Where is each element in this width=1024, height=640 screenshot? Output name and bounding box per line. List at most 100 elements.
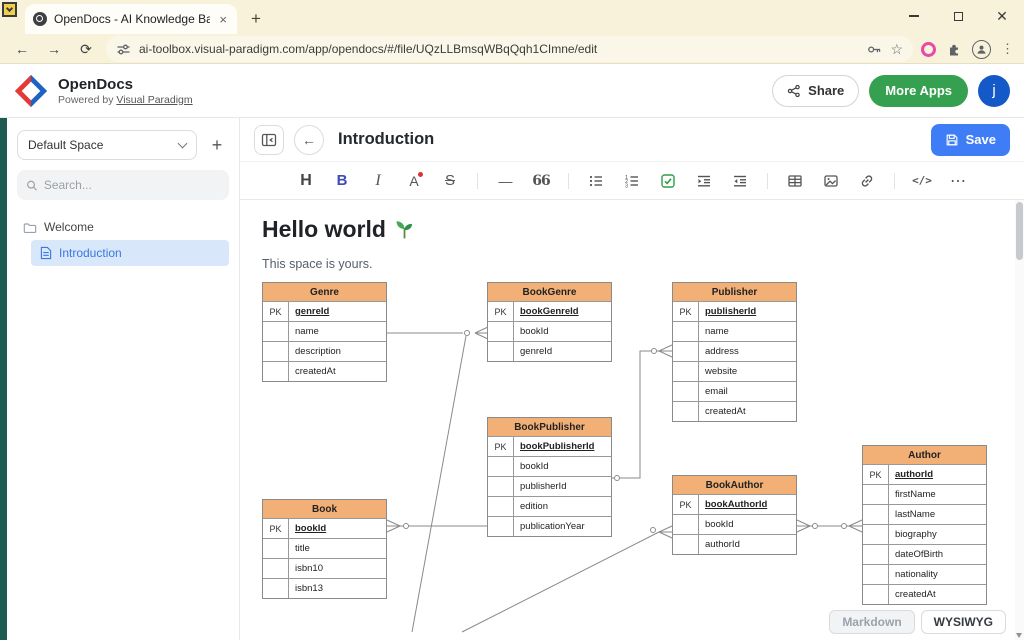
search-input[interactable] xyxy=(44,178,220,192)
save-button[interactable]: Save xyxy=(931,124,1010,156)
erd-field-name: dateOfBirth xyxy=(889,545,986,564)
erd-table-title: Genre xyxy=(263,283,386,301)
forward-button[interactable]: → xyxy=(42,37,66,61)
erd-field-row: biography xyxy=(863,524,986,544)
page-heading: Hello world xyxy=(262,216,1024,243)
erd-pk-cell xyxy=(863,485,889,504)
new-tab-button[interactable]: + xyxy=(243,6,269,32)
erd-field-name: bookAuthorId xyxy=(699,495,796,514)
italic-button[interactable]: I xyxy=(364,167,392,195)
wysiwyg-mode-button[interactable]: WYSIWYG xyxy=(921,610,1006,634)
erd-field-name: address xyxy=(699,342,796,361)
tab-close-icon[interactable]: × xyxy=(217,12,229,27)
search-icon xyxy=(26,179,38,192)
erd-field-row: bookId xyxy=(673,514,796,534)
key-icon[interactable] xyxy=(867,42,882,57)
erd-pk-cell: PK xyxy=(863,465,889,484)
erd-field-name: nationality xyxy=(889,565,986,584)
add-space-button[interactable]: + xyxy=(205,133,229,157)
link-button[interactable] xyxy=(853,167,881,195)
body-paragraph: This space is yours. xyxy=(262,257,1024,271)
heading-button[interactable]: H xyxy=(292,167,320,195)
erd-pk-cell: PK xyxy=(263,302,289,321)
image-button[interactable] xyxy=(817,167,845,195)
tab-title: OpenDocs - AI Knowledge Base xyxy=(54,12,210,26)
url-text: ai-toolbox.visual-paradigm.com/app/opend… xyxy=(139,42,859,56)
profile-icon[interactable] xyxy=(972,40,991,59)
document-canvas[interactable]: Hello world This space is yours. GenrePK… xyxy=(240,200,1024,640)
indent-decrease-button[interactable] xyxy=(726,167,754,195)
erd-field-name: createdAt xyxy=(699,402,796,421)
erd-field-name: name xyxy=(289,322,386,341)
erd-table-book: BookPKbookIdtitleisbn10isbn13 xyxy=(262,499,387,599)
brand-text: OpenDocs Powered by Visual Paradigm xyxy=(58,76,193,106)
collapse-sidebar-button[interactable] xyxy=(254,125,284,155)
minimize-button[interactable] xyxy=(892,0,936,32)
maximize-button[interactable] xyxy=(936,0,980,32)
erd-pk-cell xyxy=(673,342,699,361)
markdown-mode-button[interactable]: Markdown xyxy=(829,610,914,634)
font-color-button[interactable]: A xyxy=(400,167,428,195)
tree-item-introduction[interactable]: Introduction xyxy=(31,240,229,266)
horizontal-rule-button[interactable]: — xyxy=(491,167,519,195)
erd-field-row: nationality xyxy=(863,564,986,584)
erd-field-row: bookId xyxy=(488,456,611,476)
user-avatar[interactable]: j xyxy=(978,75,1010,107)
browser-tab[interactable]: OpenDocs - AI Knowledge Base × xyxy=(25,4,237,34)
vertical-scrollbar[interactable] xyxy=(1015,200,1024,640)
chevron-down-icon xyxy=(6,5,13,12)
erd-field-row: genreId xyxy=(488,341,611,361)
sidebar-search[interactable] xyxy=(17,170,229,200)
erd-pk-cell xyxy=(263,559,289,578)
share-label: Share xyxy=(808,83,844,98)
heading-text: Hello world xyxy=(262,216,386,243)
extensions-puzzle-icon[interactable] xyxy=(946,41,962,57)
erd-pk-cell xyxy=(863,545,889,564)
browser-menu-icon[interactable]: ⋮ xyxy=(1001,41,1014,57)
space-selector[interactable]: Default Space xyxy=(17,130,197,160)
chevron-down-icon xyxy=(178,139,188,149)
erd-field-row: name xyxy=(673,321,796,341)
erd-field-row: email xyxy=(673,381,796,401)
scrollbar-thumb[interactable] xyxy=(1016,202,1023,260)
scroll-down-icon[interactable] xyxy=(1016,633,1022,638)
erd-field-name: authorId xyxy=(699,535,796,554)
pink-extension-icon[interactable] xyxy=(921,42,936,57)
visual-paradigm-link[interactable]: Visual Paradigm xyxy=(116,94,192,106)
table-button[interactable] xyxy=(781,167,809,195)
erd-field-row: address xyxy=(673,341,796,361)
address-bar[interactable]: ai-toolbox.visual-paradigm.com/app/opend… xyxy=(106,36,913,62)
more-apps-button[interactable]: More Apps xyxy=(869,75,968,107)
erd-field-row: description xyxy=(263,341,386,361)
tune-icon xyxy=(116,42,131,57)
tree-item-welcome[interactable]: Welcome xyxy=(17,214,229,240)
page-tree: Welcome Introduction xyxy=(17,214,229,266)
ordered-list-button[interactable]: 123 xyxy=(618,167,646,195)
strikethrough-button[interactable]: S xyxy=(436,167,464,195)
erd-table-genre: GenrePKgenreIdnamedescriptioncreatedAt xyxy=(262,282,387,382)
erd-pk-cell xyxy=(263,539,289,558)
erd-field-name: name xyxy=(699,322,796,341)
er-diagram[interactable]: GenrePKgenreIdnamedescriptioncreatedAtBo… xyxy=(262,280,1014,640)
tab-search-button[interactable] xyxy=(2,2,17,17)
window-edge-strip xyxy=(0,118,7,640)
erd-field-row: bookId xyxy=(488,321,611,341)
erd-field-row: PKbookAuthorId xyxy=(673,494,796,514)
bullet-list-button[interactable] xyxy=(582,167,610,195)
bold-button[interactable]: B xyxy=(328,167,356,195)
code-button[interactable]: </> xyxy=(908,167,936,195)
erd-field-row: name xyxy=(263,321,386,341)
checklist-button[interactable] xyxy=(654,167,682,195)
back-nav-button[interactable]: ← xyxy=(294,125,324,155)
erd-field-row: lastName xyxy=(863,504,986,524)
reload-button[interactable]: ⟳ xyxy=(74,37,98,61)
erd-field-row: createdAt xyxy=(263,361,386,381)
more-button[interactable]: ⋯ xyxy=(944,167,972,195)
back-button[interactable]: ← xyxy=(10,37,34,61)
close-button[interactable]: ✕ xyxy=(980,0,1024,32)
indent-increase-button[interactable] xyxy=(690,167,718,195)
bookmark-star-icon[interactable]: ☆ xyxy=(890,42,903,56)
erd-field-name: bookId xyxy=(514,457,611,476)
share-button[interactable]: Share xyxy=(772,75,859,107)
blockquote-button[interactable]: 66 xyxy=(527,167,555,195)
